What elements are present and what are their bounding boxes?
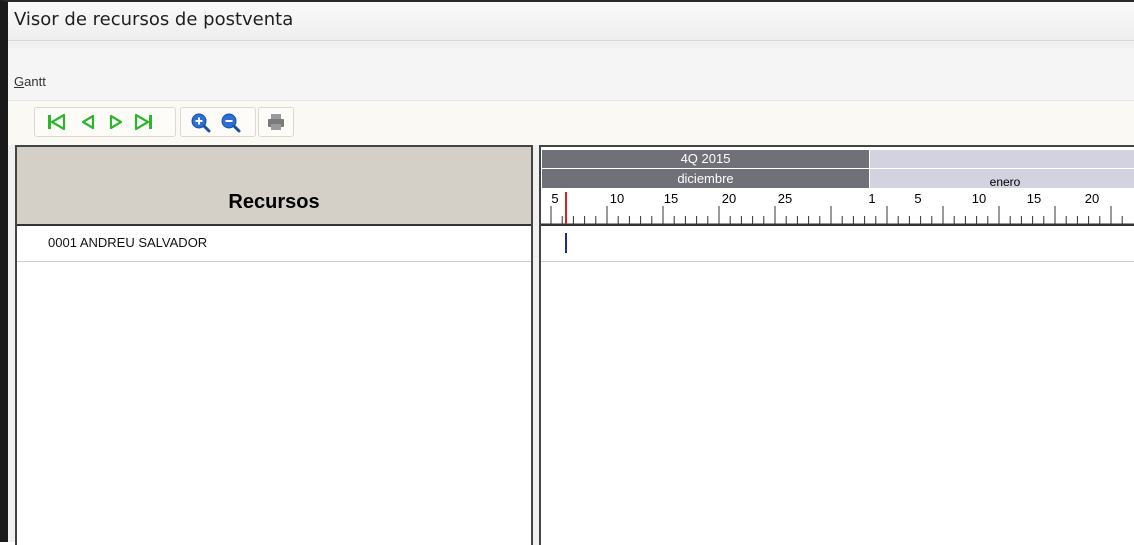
next-quarter-header [870, 150, 1134, 168]
gantt-row[interactable] [541, 226, 1134, 262]
menu-bar: Gantt [8, 48, 1134, 100]
menu-gantt[interactable]: Gantt [14, 74, 46, 89]
window-title: Visor de recursos de postventa [14, 9, 294, 30]
first-icon[interactable] [45, 111, 67, 133]
last-icon[interactable] [133, 111, 155, 133]
previous-icon[interactable] [77, 111, 99, 133]
toolbar [8, 100, 1134, 145]
menu-gantt-mnemonic: G [14, 74, 25, 89]
resources-header[interactable]: Recursos [17, 147, 531, 226]
navigation-group [34, 107, 176, 137]
next-icon[interactable] [105, 111, 127, 133]
zoom-out-icon[interactable] [219, 111, 241, 133]
resource-name: 0001 ANDREU SALVADOR [48, 235, 208, 250]
day-scale: 5 10 15 20 25 1 5 10 15 20 [541, 188, 1134, 226]
panel-splitter[interactable] [531, 145, 541, 545]
month-header-diciembre: diciembre [542, 169, 869, 188]
zoom-in-icon[interactable] [189, 111, 211, 133]
print-group [258, 107, 294, 137]
print-icon[interactable] [265, 111, 287, 133]
today-marker [565, 192, 567, 224]
title-bar: Visor de recursos de postventa [8, 2, 1134, 41]
gantt-panel: 4Q 2015 diciembre enero 5 10 15 20 25 1 … [541, 145, 1134, 545]
zoom-group [180, 107, 256, 137]
quarter-header: 4Q 2015 [542, 150, 869, 168]
resources-panel: Recursos 0001 ANDREU SALVADOR [15, 145, 533, 545]
resources-header-label: Recursos [228, 191, 320, 213]
menu-gantt-label: antt [24, 74, 46, 89]
day-ruler [541, 206, 1134, 225]
month-header-enero: enero [870, 169, 1134, 189]
resource-row[interactable]: 0001 ANDREU SALVADOR [17, 226, 531, 262]
task-marker[interactable] [565, 233, 567, 253]
